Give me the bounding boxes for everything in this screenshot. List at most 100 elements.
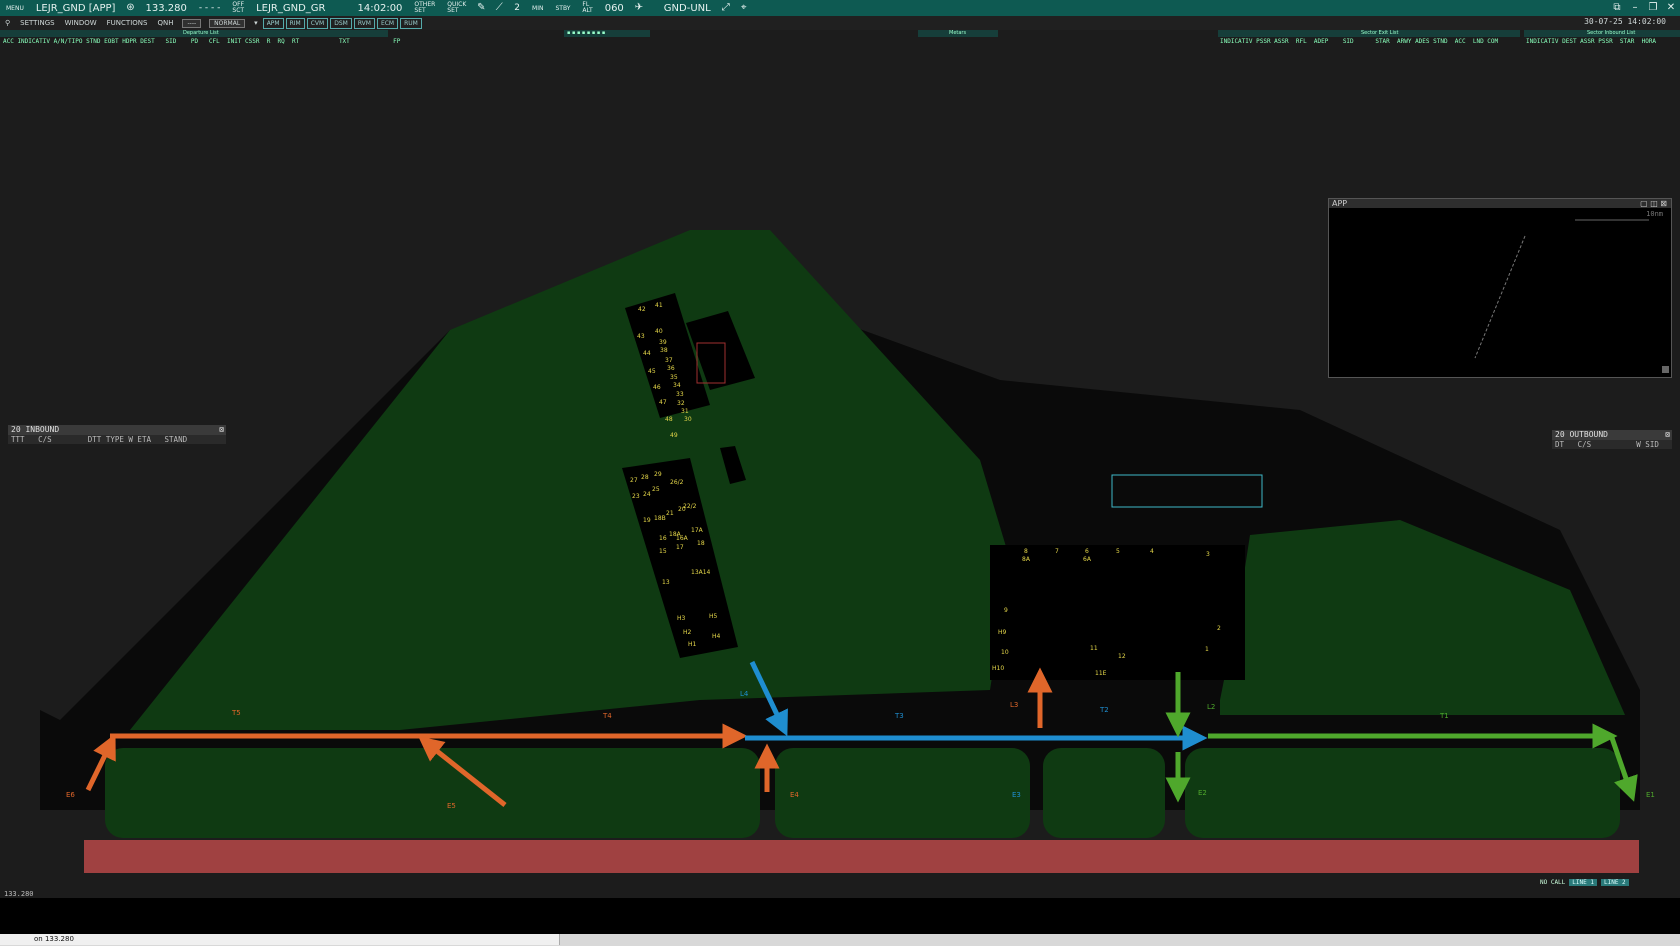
- close-icon[interactable]: ⊠: [219, 425, 224, 435]
- line2-button[interactable]: LINE 2: [1600, 879, 1629, 886]
- stand-label: 1: [1205, 646, 1209, 653]
- inbound-panel[interactable]: 20 INBOUND ⊠ TTT C/S DTT TYPE W ETA STAND: [8, 425, 226, 444]
- stand-label: 27: [630, 477, 638, 484]
- stand-label: 26/2: [670, 479, 684, 486]
- stand-label: 24: [643, 491, 651, 498]
- stand-label: 10: [1001, 649, 1009, 656]
- stand-label: 8: [1024, 548, 1028, 555]
- stand-label: 17: [676, 544, 684, 551]
- command-input[interactable]: on 133.280: [0, 934, 560, 945]
- grass-block-3: [1043, 748, 1165, 838]
- grass-block-4: [1185, 748, 1620, 838]
- stand-label: 2: [1217, 625, 1221, 632]
- taxiway-label: T5: [231, 709, 241, 717]
- app-radar-scope[interactable]: [1329, 208, 1671, 376]
- taxiway-label: E2: [1198, 789, 1207, 797]
- stand-label: 18B: [654, 515, 666, 522]
- taxiway-label: E5: [447, 802, 456, 810]
- stand-label: 31: [681, 408, 689, 415]
- stand-label: 37: [665, 357, 673, 364]
- stand-label: 17A: [691, 527, 704, 534]
- stand-label: H3: [677, 615, 686, 622]
- stand-label: 35: [670, 374, 678, 381]
- stand-label: 20: [678, 506, 686, 513]
- taxiway-label: T4: [602, 712, 612, 720]
- stand-label: 19: [643, 517, 651, 524]
- stand-label: 45: [648, 368, 656, 375]
- grass-main: [130, 230, 1010, 730]
- taxiway-label: T1: [1439, 712, 1449, 720]
- line1-button[interactable]: LINE 1: [1569, 879, 1597, 886]
- stand-label: 16: [659, 535, 667, 542]
- stand-label: H1: [688, 641, 697, 648]
- taxiway-label: E4: [790, 791, 799, 799]
- stand-label: H9: [998, 629, 1007, 636]
- stand-label: 46: [653, 384, 661, 391]
- bottom-bar: [0, 898, 1680, 934]
- close-icon[interactable]: ⊠: [1665, 430, 1670, 440]
- stand-label: 38: [660, 347, 668, 354]
- stand-label: 3: [1206, 551, 1210, 558]
- stand-label: 42: [638, 306, 646, 313]
- stand-label: 44: [643, 350, 651, 357]
- stand-label: 13: [662, 579, 670, 586]
- taxiway-label: E1: [1646, 791, 1655, 799]
- stand-label: H5: [709, 613, 718, 620]
- stand-label: 29: [654, 471, 662, 478]
- stand-label: 40: [655, 328, 663, 335]
- stand-label: 32: [677, 400, 685, 407]
- taxiway-label: L4: [740, 690, 749, 698]
- inbound-title: 20 INBOUND: [11, 425, 60, 434]
- stand-label: 15: [659, 548, 667, 555]
- stand-label: 11E: [1095, 670, 1107, 677]
- stand-label: 47: [659, 399, 667, 406]
- taxiway-label: E6: [66, 791, 75, 799]
- app-radar-window[interactable]: APP ▢ ◫ ⊠ 10nm: [1328, 198, 1672, 378]
- grass-block-1: [105, 748, 760, 838]
- stand-label: H10: [992, 665, 1004, 672]
- stand-label: 6A: [1083, 556, 1092, 563]
- stand-label: 34: [673, 382, 681, 389]
- stand-label: 48: [665, 416, 673, 423]
- stand-label: 5: [1116, 548, 1120, 555]
- taxiway-label: T3: [894, 712, 904, 720]
- stand-label: 8A: [1022, 556, 1031, 563]
- runway: [84, 840, 1639, 873]
- scale-label: 10nm: [1646, 210, 1663, 218]
- call-status: NO CALL LINE 1 LINE 2: [1540, 879, 1629, 886]
- stand-label: 21: [666, 510, 674, 517]
- outbound-title: 20 OUTBOUND: [1555, 430, 1608, 439]
- stand-label: 13A14: [691, 569, 711, 576]
- stand-label: 36: [667, 365, 675, 372]
- stand-label: 7: [1055, 548, 1059, 555]
- stand-label: 6: [1085, 548, 1089, 555]
- stand-label: 39: [659, 339, 667, 346]
- stand-label: 49: [670, 432, 678, 439]
- taxiway-label: L3: [1010, 701, 1018, 709]
- stand-label: 12: [1118, 653, 1126, 660]
- app-window-title: APP: [1332, 199, 1348, 208]
- inbound-header: TTT C/S DTT TYPE W ETA STAND: [8, 435, 226, 444]
- stand-label: 23: [632, 493, 640, 500]
- stand-label: 41: [655, 302, 663, 309]
- stand-label: 28: [641, 474, 649, 481]
- stand-label: H2: [683, 629, 692, 636]
- stand-label: 9: [1004, 607, 1008, 614]
- stand-label: 11: [1090, 645, 1098, 652]
- stand-label: 30: [684, 416, 692, 423]
- stand-label: 33: [676, 391, 684, 398]
- stand-label: H4: [712, 633, 721, 640]
- app-window-controls[interactable]: ▢ ◫ ⊠: [1640, 199, 1667, 208]
- outbound-panel[interactable]: 20 OUTBOUND ⊠ DT C/S W SID: [1552, 430, 1672, 449]
- grass-block-2: [775, 748, 1030, 838]
- status-bar: on 133.280: [0, 934, 1680, 946]
- taxiway-label: L2: [1207, 703, 1215, 711]
- stand-label: 43: [637, 333, 645, 340]
- taxiway-label: E3: [1012, 791, 1021, 799]
- no-call-label: NO CALL: [1540, 879, 1566, 886]
- stand-label: 18: [697, 540, 705, 547]
- stand-label: 4: [1150, 548, 1154, 555]
- airport-map[interactable]: 414240433938443736453546 343347 323148 3049…: [0, 0, 1680, 898]
- taxiway-label: T2: [1099, 706, 1109, 714]
- active-frequency: 133.280: [4, 890, 34, 898]
